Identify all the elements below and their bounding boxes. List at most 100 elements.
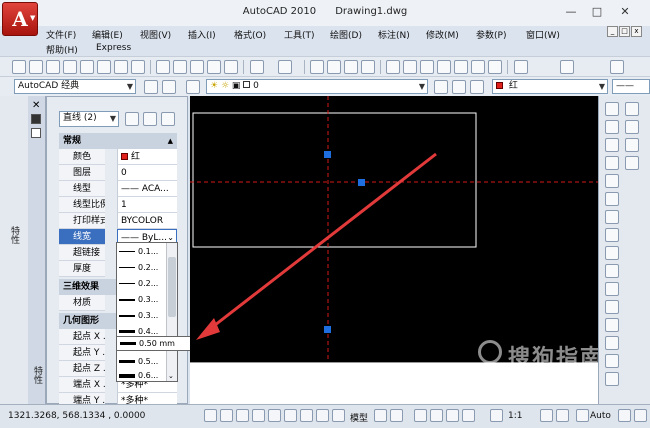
prop-row-layer[interactable]: 图层 0 xyxy=(59,165,177,181)
save-icon[interactable] xyxy=(46,60,60,74)
lock-toolbar-icon[interactable] xyxy=(618,409,631,422)
lineweight-option[interactable]: 0.2... xyxy=(119,277,167,291)
doc-minimize-icon[interactable]: _ xyxy=(607,26,618,37)
sheet-set-icon[interactable] xyxy=(437,60,451,74)
annotation-visibility-icon[interactable] xyxy=(540,409,553,422)
lineweight-option[interactable]: 0.1... xyxy=(119,245,167,259)
select-objects-icon[interactable] xyxy=(143,112,157,126)
make-current-layer-icon[interactable] xyxy=(434,80,448,94)
menu-modify[interactable]: 修改(M) xyxy=(426,28,459,41)
maximize-icon[interactable]: □ xyxy=(586,2,608,22)
open-icon[interactable] xyxy=(29,60,43,74)
lineweight-dropdown[interactable]: 0.1... 0.2... 0.2... 0.3... 0.3... 0.4..… xyxy=(116,242,178,382)
prop-value[interactable]: 0 xyxy=(117,165,177,181)
annotation-scale-value[interactable]: 1:1 xyxy=(508,411,522,421)
steeringwheel-icon[interactable] xyxy=(446,409,459,422)
match-properties-icon[interactable] xyxy=(207,60,221,74)
text-style-icon[interactable] xyxy=(514,60,528,74)
undo-icon[interactable] xyxy=(250,60,264,74)
zoom-realtime-icon[interactable] xyxy=(327,60,341,74)
lineweight-highlight[interactable]: 0.50 mm xyxy=(116,336,196,351)
minimize-icon[interactable]: — xyxy=(560,2,582,22)
linetype-select[interactable]: —— xyxy=(612,79,650,94)
polar-icon[interactable] xyxy=(252,409,265,422)
layer-state-icon[interactable] xyxy=(470,80,484,94)
menu-help[interactable]: 帮助(H) xyxy=(46,43,78,56)
pan-icon[interactable] xyxy=(310,60,324,74)
snap-icon[interactable] xyxy=(204,409,217,422)
dropdown-scrollbar[interactable]: ⌄ xyxy=(166,243,177,381)
lineweight-option[interactable]: 0.3... xyxy=(119,309,167,323)
palette-menu-icon[interactable] xyxy=(31,128,41,138)
chamfer-icon[interactable] xyxy=(605,336,619,350)
explode-icon[interactable] xyxy=(605,372,619,386)
showmotion-icon[interactable] xyxy=(462,409,475,422)
osnap-icon[interactable] xyxy=(268,409,281,422)
menu-window[interactable]: 窗口(W) xyxy=(526,28,560,41)
lineweight-option[interactable]: 0.2... xyxy=(119,261,167,275)
ducs-icon[interactable] xyxy=(300,409,313,422)
model-space-button[interactable]: 模型 xyxy=(350,411,368,424)
menu-draw[interactable]: 绘图(D) xyxy=(330,28,362,41)
zoom-window-icon[interactable] xyxy=(344,60,358,74)
grip-bottom[interactable] xyxy=(324,326,331,333)
chevron-down-icon[interactable]: ⌄ xyxy=(168,372,174,380)
color-select[interactable]: 红 ▼ xyxy=(492,79,608,94)
send-back-icon[interactable] xyxy=(625,138,639,152)
prop-value[interactable]: 1 xyxy=(117,197,177,213)
trim-icon[interactable] xyxy=(605,264,619,278)
scrollbar-thumb[interactable] xyxy=(168,257,176,317)
cut-icon[interactable] xyxy=(156,60,170,74)
lineweight-option[interactable]: 0.5... xyxy=(119,355,167,369)
markup-icon[interactable] xyxy=(454,60,468,74)
extend-icon[interactable] xyxy=(605,282,619,296)
block-editor-icon[interactable] xyxy=(224,60,238,74)
customize-icon[interactable] xyxy=(162,80,176,94)
mirror-icon[interactable] xyxy=(605,138,619,152)
zoom-previous-icon[interactable] xyxy=(361,60,375,74)
prop-row-plot-style[interactable]: 打印样式 BYCOLOR xyxy=(59,213,177,229)
offset-icon[interactable] xyxy=(605,156,619,170)
copy-icon[interactable] xyxy=(173,60,187,74)
design-center-icon[interactable] xyxy=(403,60,417,74)
dyn-icon[interactable] xyxy=(316,409,329,422)
auto-label[interactable]: Auto xyxy=(590,411,611,421)
drawing-canvas[interactable] xyxy=(190,96,598,362)
grip-midpoint[interactable] xyxy=(358,179,365,186)
layout2-icon[interactable] xyxy=(390,409,403,422)
close-icon[interactable]: ✕ xyxy=(32,100,40,111)
array-icon[interactable] xyxy=(605,174,619,188)
layer-previous-icon[interactable] xyxy=(452,80,466,94)
lineweight-option[interactable]: 0.3... xyxy=(119,293,167,307)
workspace-settings-icon[interactable] xyxy=(144,80,158,94)
annotation-scale-icon[interactable] xyxy=(490,409,503,422)
menu-parametric[interactable]: 参数(P) xyxy=(476,28,506,41)
rectangle-entity[interactable] xyxy=(192,112,477,248)
menu-file[interactable]: 文件(F) xyxy=(46,28,76,41)
grip-top[interactable] xyxy=(324,151,331,158)
join-icon[interactable] xyxy=(605,318,619,332)
print-icon[interactable] xyxy=(63,60,77,74)
erase-icon[interactable] xyxy=(605,102,619,116)
close-icon[interactable]: ✕ xyxy=(614,2,636,22)
clean-screen-icon[interactable] xyxy=(634,409,647,422)
menu-edit[interactable]: 编辑(E) xyxy=(92,28,123,41)
menu-express[interactable]: Express xyxy=(96,43,131,53)
prop-row-linetype-scale[interactable]: 线型比例 1 xyxy=(59,197,177,213)
help-icon[interactable] xyxy=(488,60,502,74)
prop-row-linetype[interactable]: 线型 —— ACA... xyxy=(59,181,177,197)
prop-row-color[interactable]: 颜色 红 xyxy=(59,149,177,165)
menu-tools[interactable]: 工具(T) xyxy=(284,28,315,41)
prop-value[interactable]: 红 xyxy=(117,149,177,165)
menu-format[interactable]: 格式(O) xyxy=(234,28,266,41)
ortho-icon[interactable] xyxy=(236,409,249,422)
workspace-switch-icon[interactable] xyxy=(576,409,589,422)
new-icon[interactable] xyxy=(12,60,26,74)
fillet-icon[interactable] xyxy=(605,354,619,368)
menu-view[interactable]: 视图(V) xyxy=(140,28,171,41)
etransmit-icon[interactable] xyxy=(131,60,145,74)
toggle-pickadd-icon[interactable] xyxy=(125,112,139,126)
workspace-select[interactable]: AutoCAD 经典 ▼ xyxy=(14,79,136,94)
break-icon[interactable] xyxy=(605,300,619,314)
menu-dimension[interactable]: 标注(N) xyxy=(378,28,410,41)
